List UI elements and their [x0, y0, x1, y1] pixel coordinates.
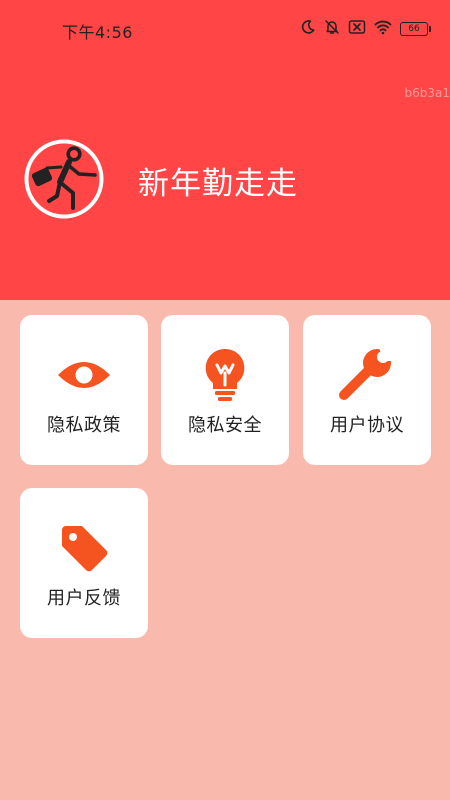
app-title: 新年勤走走 [138, 166, 298, 202]
status-bar: 下午4:56 66 [0, 0, 450, 58]
running-man-logo [23, 138, 105, 220]
no-sim-icon [348, 19, 366, 39]
card-label: 隐私安全 [188, 415, 262, 436]
moon-icon [300, 19, 316, 39]
card-user-feedback[interactable]: 用户反馈 [20, 488, 148, 638]
eye-icon [20, 347, 148, 403]
tag-icon [20, 520, 148, 576]
status-time: 下午4:56 [62, 23, 133, 42]
card-label: 用户协议 [330, 415, 404, 436]
lightbulb-icon [161, 347, 289, 403]
status-icons: 66 [300, 19, 431, 39]
battery-icon: 66 [400, 22, 431, 36]
card-label: 隐私政策 [47, 415, 121, 436]
wrench-icon [303, 347, 431, 403]
card-label: 用户反馈 [47, 588, 121, 609]
header-banner: 下午4:56 66 b6b3a1 新年勤走走 [0, 0, 450, 300]
bell-off-icon [324, 19, 340, 39]
wifi-icon [374, 19, 392, 39]
card-privacy-policy[interactable]: 隐私政策 [20, 315, 148, 465]
card-user-agreement[interactable]: 用户协议 [303, 315, 431, 465]
card-privacy-security[interactable]: 隐私安全 [161, 315, 289, 465]
watermark-code: b6b3a1 [404, 86, 450, 100]
